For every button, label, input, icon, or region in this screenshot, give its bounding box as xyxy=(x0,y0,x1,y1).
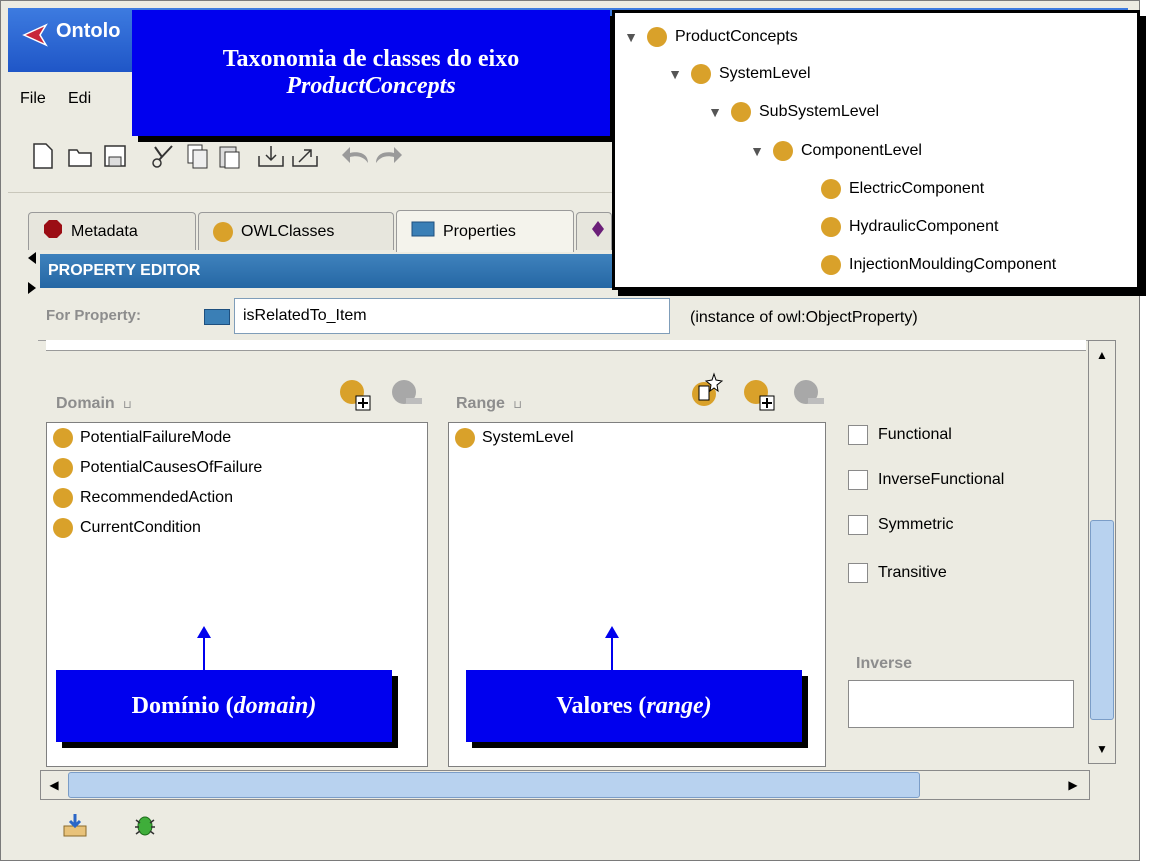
domain-label: Domain ⊔ xyxy=(56,395,132,412)
class-circle-icon xyxy=(647,27,667,47)
class-circle-icon xyxy=(53,458,73,478)
inverse-label: Inverse xyxy=(856,655,913,672)
window-title: Ontolo xyxy=(56,20,121,42)
transitive-checkbox[interactable]: Transitive xyxy=(848,563,947,583)
class-circle-icon xyxy=(821,217,841,237)
tree-node[interactable]: ▼ ComponentLevel xyxy=(749,141,922,161)
import-icon[interactable] xyxy=(256,140,286,172)
tab-more[interactable] xyxy=(576,212,612,250)
class-circle-icon xyxy=(213,221,233,242)
tab-owlclasses[interactable]: OWLClasses xyxy=(198,212,394,250)
export-icon[interactable] xyxy=(290,140,320,172)
protege-logo-icon xyxy=(22,22,48,48)
checkbox-box[interactable] xyxy=(848,470,868,490)
vertical-scroll-thumb[interactable] xyxy=(1090,520,1114,720)
undo-icon[interactable] xyxy=(340,140,370,172)
class-circle-icon xyxy=(821,179,841,199)
menu-edit[interactable]: Edi xyxy=(68,90,91,108)
taxonomy-tree[interactable]: ▼ ProductConcepts ▼ SystemLevel ▼ SubSys… xyxy=(612,10,1140,290)
expand-triangle-icon[interactable]: ▼ xyxy=(707,104,723,120)
class-circle-icon xyxy=(53,518,73,538)
list-item[interactable]: PotentialCausesOfFailure xyxy=(47,453,427,483)
property-type-text: (instance of owl:ObjectProperty) xyxy=(690,309,918,326)
tree-node[interactable]: ▼ ProductConcepts xyxy=(623,27,798,47)
new-file-icon[interactable] xyxy=(28,140,58,172)
expand-triangle-icon[interactable]: ▼ xyxy=(667,66,683,82)
tab-metadata[interactable]: Metadata xyxy=(28,212,196,250)
tab-label: OWLClasses xyxy=(241,222,335,240)
annotations-strip xyxy=(46,340,1086,351)
tree-node[interactable]: HydraulicComponent xyxy=(821,217,998,237)
arrow-up-icon xyxy=(604,626,620,675)
collapse-arrows-icon[interactable] xyxy=(24,248,40,308)
scroll-left-icon[interactable]: ◀ xyxy=(43,774,65,796)
taxonomy-callout: Taxonomia de classes do eixo ProductConc… xyxy=(132,10,610,136)
property-rect-icon xyxy=(204,309,230,325)
checkbox-box[interactable] xyxy=(848,563,868,583)
symmetric-checkbox[interactable]: Symmetric xyxy=(848,515,954,535)
class-circle-icon xyxy=(691,64,711,84)
checkbox-box[interactable] xyxy=(848,425,868,445)
list-item[interactable]: CurrentCondition xyxy=(47,513,427,543)
horizontal-scroll-thumb[interactable] xyxy=(68,772,920,798)
range-callout: Valores (range) xyxy=(466,670,802,742)
class-circle-icon xyxy=(53,488,73,508)
property-name-field[interactable]: isRelatedTo_Item xyxy=(234,298,670,334)
bottom-toolbar xyxy=(40,804,1130,844)
expand-triangle-icon[interactable]: ▼ xyxy=(749,143,765,159)
open-folder-icon[interactable] xyxy=(66,140,96,172)
scroll-down-icon[interactable]: ▼ xyxy=(1091,738,1113,760)
collapse-marker-icon: ⊔ xyxy=(123,399,132,411)
list-item[interactable]: PotentialFailureMode xyxy=(47,423,427,453)
add-domain-class-icon[interactable] xyxy=(338,378,372,417)
individual-diamond-icon xyxy=(591,219,605,244)
create-range-class-icon[interactable] xyxy=(690,372,724,415)
expand-triangle-icon[interactable]: ▼ xyxy=(623,29,639,45)
class-circle-icon xyxy=(53,428,73,448)
tree-node[interactable]: ▼ SubSystemLevel xyxy=(707,102,879,122)
domain-callout: Domínio (domain) xyxy=(56,670,392,742)
arrow-up-icon xyxy=(196,626,212,675)
install-icon[interactable] xyxy=(62,812,88,843)
for-property-label: For Property: xyxy=(46,307,142,324)
menu-file[interactable]: File xyxy=(20,90,46,108)
property-rect-icon xyxy=(411,221,435,242)
class-circle-icon xyxy=(821,255,841,275)
list-item[interactable]: SystemLevel xyxy=(449,423,825,453)
tab-label: Metadata xyxy=(71,222,138,240)
paste-icon[interactable] xyxy=(214,140,244,172)
inverse-functional-checkbox[interactable]: InverseFunctional xyxy=(848,470,1004,490)
tab-properties[interactable]: Properties xyxy=(396,210,574,252)
tab-label: Properties xyxy=(443,222,516,240)
redo-icon[interactable] xyxy=(374,140,404,172)
class-circle-icon xyxy=(773,141,793,161)
add-range-class-icon[interactable] xyxy=(742,378,776,417)
checkbox-box[interactable] xyxy=(848,515,868,535)
save-icon[interactable] xyxy=(100,140,130,172)
range-label: Range ⊔ xyxy=(456,395,522,412)
collapse-marker-icon: ⊔ xyxy=(513,399,522,411)
tree-node[interactable]: InjectionMouldingComponent xyxy=(821,255,1056,275)
tree-node[interactable]: ▼ SystemLevel xyxy=(667,64,811,84)
class-circle-icon xyxy=(455,428,475,448)
scroll-right-icon[interactable]: ▶ xyxy=(1062,774,1084,796)
remove-domain-class-icon[interactable] xyxy=(390,378,424,413)
class-circle-icon xyxy=(731,102,751,122)
inverse-field[interactable] xyxy=(848,680,1074,728)
cut-icon[interactable] xyxy=(148,140,178,172)
metadata-diamond-icon xyxy=(43,219,63,244)
remove-range-class-icon[interactable] xyxy=(792,378,826,413)
bug-icon[interactable] xyxy=(132,812,158,843)
list-item[interactable]: RecommendedAction xyxy=(47,483,427,513)
tree-node[interactable]: ElectricComponent xyxy=(821,179,984,199)
functional-checkbox[interactable]: Functional xyxy=(848,425,952,445)
copy-icon[interactable] xyxy=(182,140,212,172)
scroll-up-icon[interactable]: ▲ xyxy=(1091,344,1113,366)
